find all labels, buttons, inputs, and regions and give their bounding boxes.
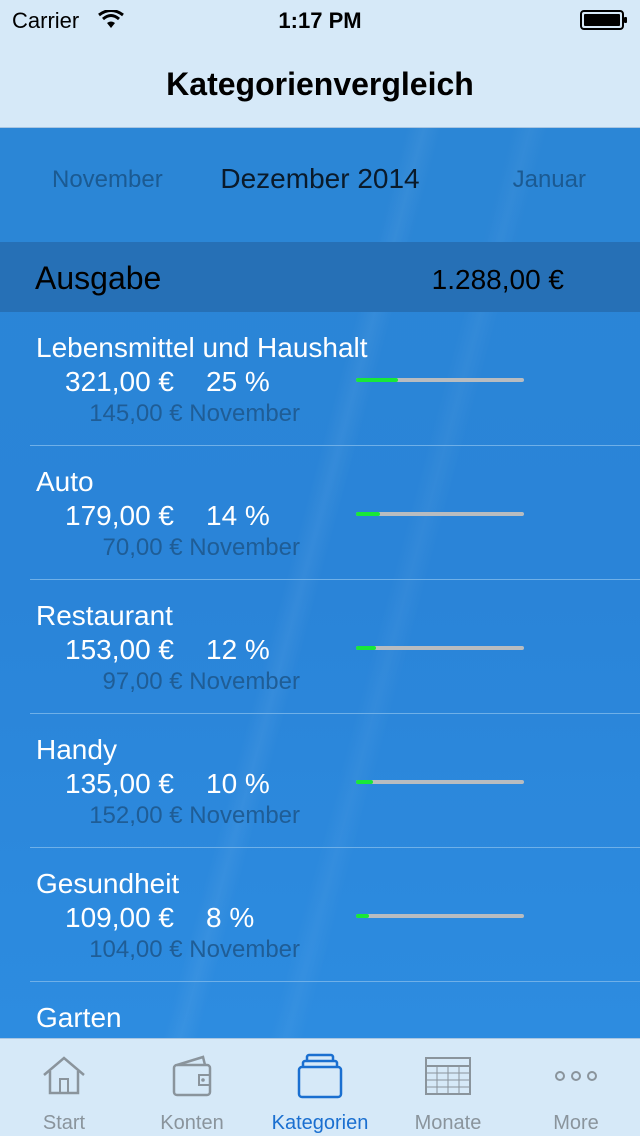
category-previous-month: 152,00 € November xyxy=(89,802,300,829)
category-name: Restaurant xyxy=(36,600,173,631)
share-bar xyxy=(356,378,524,382)
next-month-button[interactable]: Januar xyxy=(513,166,586,194)
category-name: Auto xyxy=(36,466,94,497)
wallet-icon xyxy=(172,1055,212,1097)
share-bar xyxy=(356,646,524,650)
tab-konten[interactable]: Konten xyxy=(128,1039,256,1136)
tab-start[interactable]: Start xyxy=(0,1039,128,1136)
tab-label: Start xyxy=(42,1112,86,1134)
category-row[interactable]: Auto 179,00 € 14 % 70,00 € November xyxy=(0,446,640,580)
category-amount: 179,00 € xyxy=(65,500,174,531)
share-bar-fill xyxy=(356,512,380,516)
category-previous-month: 104,00 € November xyxy=(89,936,300,963)
category-name: Lebensmittel und Haushalt xyxy=(36,332,368,363)
tab-label: Konten xyxy=(160,1112,224,1134)
category-amount: 321,00 € xyxy=(65,366,174,397)
category-percent: 14 % xyxy=(206,500,270,531)
share-bar xyxy=(356,914,524,918)
more-icon xyxy=(555,1071,597,1081)
category-row[interactable]: Gesundheit 109,00 € 8 % 104,00 € Novembe… xyxy=(0,848,640,982)
share-bar xyxy=(356,780,524,784)
category-name: Gesundheit xyxy=(36,868,180,899)
category-row[interactable]: Lebensmittel und Haushalt 321,00 € 25 % … xyxy=(0,312,640,446)
tab-label: Monate xyxy=(414,1112,482,1134)
tab-kategorien[interactable]: Kategorien xyxy=(256,1039,384,1136)
share-bar-fill xyxy=(356,914,370,918)
category-percent: 25 % xyxy=(206,366,270,397)
share-bar-fill xyxy=(356,378,398,382)
calendar-grid-icon xyxy=(425,1057,471,1095)
navigation-bar: Kategorienvergleich xyxy=(0,40,640,128)
category-previous-month: 145,00 € November xyxy=(89,400,300,427)
share-bar-fill xyxy=(356,646,377,650)
categories-icon xyxy=(297,1053,343,1099)
category-name: Handy xyxy=(36,734,117,765)
section-title: Ausgabe xyxy=(35,260,162,296)
tab-bar: Start Konten Kategorien Monate More xyxy=(0,1038,640,1136)
category-row[interactable]: Handy 135,00 € 10 % 152,00 € November xyxy=(0,714,640,848)
category-amount: 153,00 € xyxy=(65,634,174,665)
tab-label: More xyxy=(553,1112,599,1134)
category-amount: 135,00 € xyxy=(65,768,174,799)
month-selector: November Dezember 2014 Januar xyxy=(0,128,640,242)
page-title: Kategorienvergleich xyxy=(166,66,474,102)
share-bar-fill xyxy=(356,780,373,784)
status-bar: Carrier 1:17 PM xyxy=(0,0,640,40)
category-previous-month: 97,00 € November xyxy=(102,668,300,695)
tab-label: Kategorien xyxy=(271,1112,369,1134)
category-previous-month: 70,00 € November xyxy=(102,534,300,561)
category-comparison-list[interactable]: November Dezember 2014 Januar Ausgabe 1.… xyxy=(0,128,640,1038)
category-amount: 109,00 € xyxy=(65,902,174,933)
tab-more[interactable]: More xyxy=(512,1039,640,1136)
category-row[interactable]: Restaurant 153,00 € 12 % 97,00 € Novembe… xyxy=(0,580,640,714)
home-icon xyxy=(43,1056,85,1095)
category-percent: 12 % xyxy=(206,634,270,665)
share-bar xyxy=(356,512,524,516)
category-percent: 10 % xyxy=(206,768,270,799)
tab-monate[interactable]: Monate xyxy=(384,1039,512,1136)
battery-icon xyxy=(580,10,627,30)
section-total: 1.288,00 € xyxy=(431,264,564,295)
category-row[interactable]: Garten xyxy=(0,982,640,1038)
status-time: 1:17 PM xyxy=(278,8,362,33)
section-header-expenses: Ausgabe 1.288,00 € xyxy=(0,242,640,312)
category-name: Garten xyxy=(36,1002,122,1033)
category-percent: 8 % xyxy=(206,902,255,933)
